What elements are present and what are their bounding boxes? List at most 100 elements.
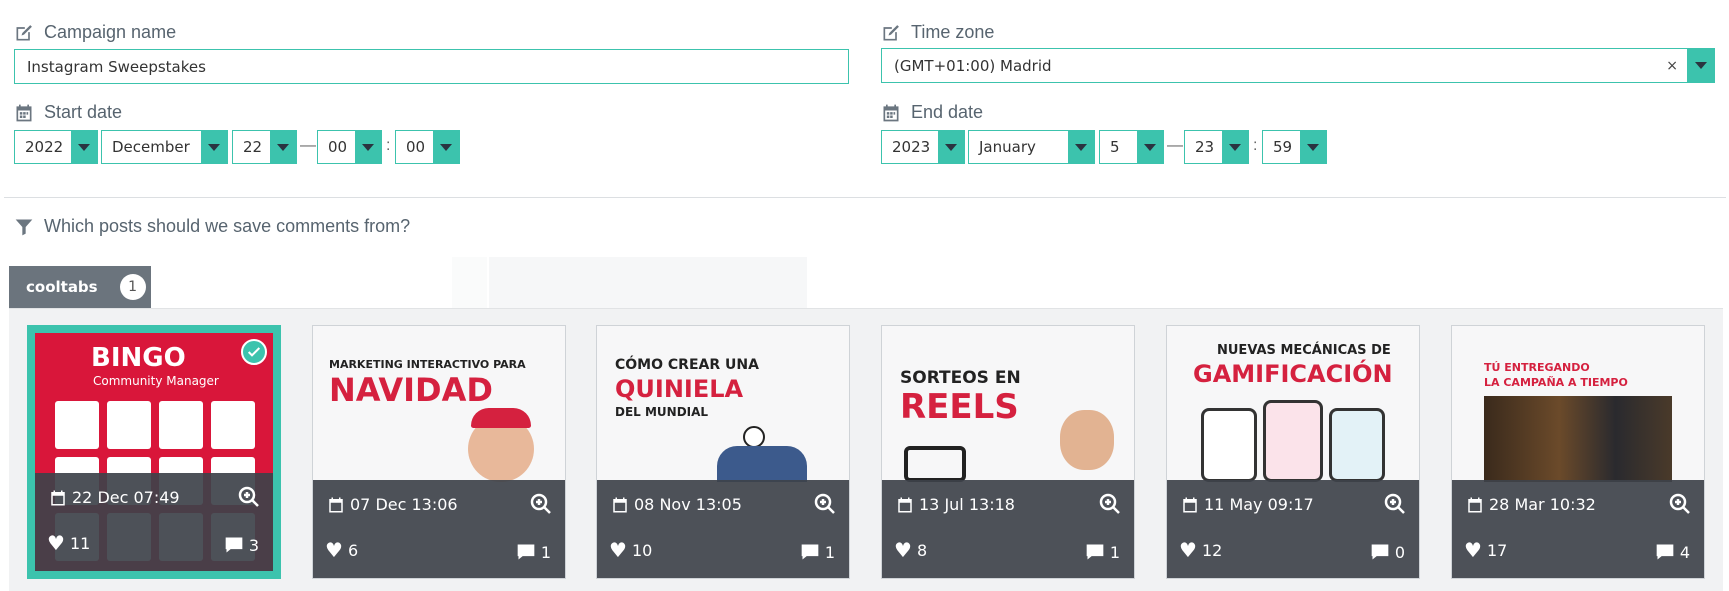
comment-icon <box>1656 544 1674 560</box>
post-info-overlay: 28 Mar 10:32 ♥ 17 4 <box>1452 480 1704 578</box>
end-hour-value: 23 <box>1195 138 1215 156</box>
zoom-in-icon[interactable] <box>529 492 553 516</box>
calendar-icon <box>329 497 343 512</box>
start-hour-dropdown[interactable] <box>355 131 381 163</box>
post-likes: ♥ 17 <box>1464 538 1507 562</box>
end-minute-dropdown[interactable] <box>1300 131 1326 163</box>
chevron-down-icon <box>1075 143 1087 151</box>
start-year-select[interactable]: 2022 <box>14 130 98 164</box>
calendar-icon <box>898 497 912 512</box>
thumb-line1: SORTEOS EN <box>900 368 1021 388</box>
person-illustration <box>1060 410 1114 470</box>
calendar-icon <box>613 497 627 512</box>
selected-check-icon[interactable] <box>241 339 267 365</box>
post-info-overlay: 13 Jul 13:18 ♥ 8 1 <box>882 480 1134 578</box>
heart-icon: ♥ <box>609 538 627 562</box>
phone-mockup <box>1263 400 1323 482</box>
comments-count: 0 <box>1394 542 1405 562</box>
post-card[interactable]: SORTEOS EN REELS 13 Jul 13:18 ♥ 8 1 <box>881 325 1135 579</box>
zoom-in-icon[interactable] <box>1668 492 1692 516</box>
time-dash: — <box>1167 137 1183 154</box>
end-date-label: End date <box>911 102 984 122</box>
time-zone-label-row: Time zone <box>881 22 994 43</box>
end-month-select[interactable]: January <box>968 130 1095 164</box>
post-info-overlay: 11 May 09:17 ♥ 12 0 <box>1167 480 1419 578</box>
thumb-subtitle: Community Manager <box>93 374 219 388</box>
soccer-ball <box>743 426 765 448</box>
post-comments: 4 <box>1655 542 1690 562</box>
post-date-text: 28 Mar 10:32 <box>1489 495 1596 514</box>
tab-label: cooltabs <box>26 278 98 296</box>
tab-cooltabs[interactable]: cooltabs 1 <box>9 266 151 308</box>
zoom-in-icon[interactable] <box>813 492 837 516</box>
likes-count: 6 <box>347 540 359 560</box>
chevron-down-icon <box>277 143 289 151</box>
time-zone-dropdown-button[interactable] <box>1687 49 1714 82</box>
zoom-in-icon[interactable] <box>1098 492 1122 516</box>
phone-mockup <box>1329 408 1385 482</box>
post-date-text: 22 Dec 07:49 <box>72 488 180 507</box>
start-minute-dropdown[interactable] <box>433 131 459 163</box>
start-day-select[interactable]: 22 <box>232 130 297 164</box>
calendar-icon <box>51 490 65 505</box>
thumb-line3: DEL MUNDIAL <box>615 405 709 419</box>
posts-section-heading: Which posts should we save comments from… <box>14 216 410 237</box>
thumb-line2: GAMIFICACIÓN <box>1193 360 1393 388</box>
campaign-name-label-row: Campaign name <box>14 22 176 43</box>
chevron-down-icon <box>1307 143 1319 151</box>
zoom-in-icon[interactable] <box>237 485 261 509</box>
comments-count: 3 <box>248 535 259 555</box>
clear-icon[interactable]: × <box>1666 58 1678 74</box>
start-hour-select[interactable]: 00 <box>317 130 382 164</box>
start-year-dropdown[interactable] <box>71 131 97 163</box>
end-hour-dropdown[interactable] <box>1222 131 1248 163</box>
campaign-name-value: Instagram Sweepstakes <box>27 57 206 76</box>
campaign-name-input[interactable]: Instagram Sweepstakes <box>14 49 849 84</box>
chevron-down-icon <box>945 143 957 151</box>
post-card[interactable]: MARKETING INTERACTIVO PARA NAVIDAD 07 De… <box>312 325 566 579</box>
post-date-text: 13 Jul 13:18 <box>919 495 1015 514</box>
chevron-down-icon <box>208 143 220 151</box>
start-day-dropdown[interactable] <box>270 131 296 163</box>
post-likes: ♥ 12 <box>1179 538 1222 562</box>
end-month-dropdown[interactable] <box>1068 131 1094 163</box>
zoom-in-icon[interactable] <box>1383 492 1407 516</box>
end-year-value: 2023 <box>892 138 931 156</box>
post-info-overlay: 08 Nov 13:05 ♥ 10 1 <box>597 480 849 578</box>
end-minute-select[interactable]: 59 <box>1262 130 1327 164</box>
heart-icon: ♥ <box>894 538 912 562</box>
post-date-text: 07 Dec 13:06 <box>350 495 458 514</box>
campaign-name-label: Campaign name <box>44 22 177 42</box>
post-date-text: 11 May 09:17 <box>1204 495 1314 514</box>
start-minute-value: 00 <box>406 138 426 156</box>
tab-count-badge: 1 <box>119 274 146 300</box>
calendar-icon <box>1468 497 1482 512</box>
post-date-text: 08 Nov 13:05 <box>634 495 742 514</box>
chevron-down-icon <box>1694 62 1707 69</box>
comment-icon <box>517 544 535 560</box>
comments-count: 1 <box>1109 542 1120 562</box>
time-zone-label: Time zone <box>911 22 995 42</box>
thumb-line2: QUINIELA <box>615 375 744 403</box>
start-date-label-row: Start date <box>14 102 122 123</box>
thumb-title: BINGO <box>91 343 186 373</box>
post-card[interactable]: TÚ ENTREGANDO LA CAMPAÑA A TIEMPO 28 Mar… <box>1451 325 1705 579</box>
comment-icon <box>1086 544 1104 560</box>
comment-icon <box>1371 544 1389 560</box>
post-card[interactable]: CÓMO CREAR UNA QUINIELA DEL MUNDIAL 08 N… <box>596 325 850 579</box>
heart-icon: ♥ <box>1464 538 1482 562</box>
post-card[interactable]: BINGO Community Manager 22 Dec 07:49 ♥ 11… <box>27 325 281 579</box>
thumb-line1: NUEVAS MECÁNICAS DE <box>1217 343 1391 358</box>
end-hour-select[interactable]: 23 <box>1184 130 1249 164</box>
time-zone-select[interactable]: (GMT+01:00) Madrid × <box>881 48 1715 83</box>
start-minute-select[interactable]: 00 <box>395 130 460 164</box>
start-month-select[interactable]: December <box>101 130 228 164</box>
end-day-select[interactable]: 5 <box>1099 130 1164 164</box>
start-month-dropdown[interactable] <box>201 131 227 163</box>
time-zone-value: (GMT+01:00) Madrid <box>894 56 1052 75</box>
end-day-dropdown[interactable] <box>1137 131 1163 163</box>
end-year-dropdown[interactable] <box>938 131 964 163</box>
post-card[interactable]: NUEVAS MECÁNICAS DE GAMIFICACIÓN 11 May … <box>1166 325 1420 579</box>
end-year-select[interactable]: 2023 <box>881 130 965 164</box>
post-comments: 1 <box>516 542 551 562</box>
